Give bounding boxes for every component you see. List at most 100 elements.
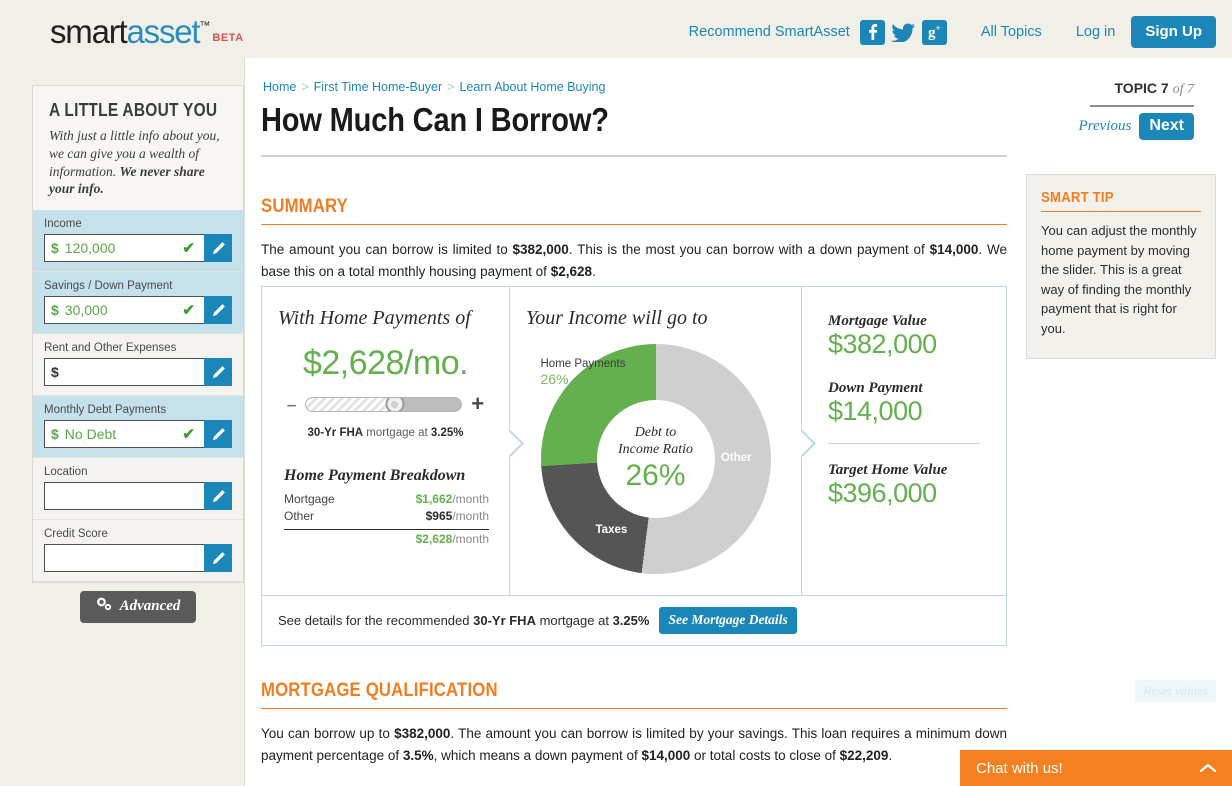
sidebar-field-4: Location bbox=[33, 458, 243, 521]
breakdown-label-1: Other bbox=[284, 509, 315, 524]
breakdown-title: Home Payment Breakdown bbox=[284, 467, 466, 484]
field-input-5[interactable] bbox=[44, 544, 204, 573]
valid-check-icon-3: ✔ bbox=[182, 426, 195, 444]
main-panel: Home > First Time Home-Buyer > Learn About H… bbox=[244, 58, 1232, 786]
donut-label-home-payments: Home Payments 26% bbox=[541, 358, 626, 387]
title-divider bbox=[261, 155, 1007, 157]
slider-decrease-button[interactable]: – bbox=[287, 396, 296, 413]
field-label-5: Credit Score bbox=[44, 528, 108, 541]
header-nav: Recommend SmartAsset g+ All Topics Log i… bbox=[689, 16, 1216, 48]
googleplus-icon[interactable]: g+ bbox=[921, 19, 947, 45]
next-button[interactable]: Next bbox=[1139, 113, 1194, 140]
smart-tip-divider bbox=[1041, 211, 1201, 212]
downpayment-label: Down Payment bbox=[828, 380, 923, 396]
breakdown-value-0: $1,662/month bbox=[416, 491, 489, 508]
breadcrumb-item-0[interactable]: Home bbox=[263, 80, 296, 94]
payments-column-title: With Home Payments of bbox=[278, 307, 471, 329]
field-label-0: Income bbox=[44, 218, 82, 231]
see-mortgage-details-button[interactable]: See Mortgage Details bbox=[659, 607, 797, 634]
rate-term: 30-Yr FHA bbox=[307, 427, 364, 439]
footer-rate: 3.25% bbox=[612, 613, 650, 628]
page-root: smartasset™BETA Recommend SmartAsset g+ … bbox=[0, 0, 1232, 786]
breadcrumb: Home > First Time Home-Buyer > Learn About H… bbox=[263, 80, 605, 94]
sidebar-field-5: Credit Score bbox=[33, 520, 243, 583]
qual-borrow-amount: $382,000 bbox=[394, 726, 451, 741]
rate-value: 3.25% bbox=[430, 427, 464, 439]
table-row: Mortgage $1,662/month bbox=[284, 491, 489, 508]
donut-center: Debt to Income Ratio 26% bbox=[596, 400, 715, 518]
advanced-button[interactable]: Advanced bbox=[79, 591, 197, 624]
topic-counter: TOPIC 7 of 7 bbox=[1079, 80, 1195, 98]
logo-trademark: ™ bbox=[199, 20, 211, 32]
topic-label: TOPIC bbox=[1114, 80, 1158, 96]
breadcrumb-sep-1: > bbox=[447, 80, 455, 94]
payments-column: With Home Payments of $2,628/mo. – + 30-… bbox=[262, 287, 510, 595]
currency-symbol-0: $ bbox=[51, 240, 59, 257]
qualification-section: MORTGAGE QUALIFICATION You can borrow up… bbox=[261, 680, 1007, 767]
income-column-title: Your Income will go to bbox=[526, 307, 708, 329]
summary-borrow-amount: $382,000 bbox=[512, 242, 569, 257]
values-list: Mortgage Value $382,000 Down Payment $14… bbox=[802, 313, 1006, 509]
edit-pencil-icon[interactable] bbox=[204, 358, 232, 387]
reset-values-button[interactable]: Reset values bbox=[1135, 680, 1216, 702]
gears-icon bbox=[96, 597, 113, 616]
edit-pencil-icon[interactable] bbox=[204, 296, 232, 325]
signup-button[interactable]: Sign Up bbox=[1131, 16, 1216, 48]
site-logo[interactable]: smartasset™BETA bbox=[50, 13, 244, 51]
qual-text-i: . bbox=[888, 747, 893, 763]
breakdown-label-0: Mortgage bbox=[284, 492, 335, 506]
income-donut-chart: Debt to Income Ratio 26% Home Payments 26… bbox=[540, 344, 771, 574]
topic-nav-box: TOPIC 7 of 7 Previous Next bbox=[1079, 80, 1194, 140]
edit-pencil-icon[interactable] bbox=[204, 482, 232, 511]
breakdown-total-amount: $2,628 bbox=[415, 531, 453, 546]
sidebar-field-2: Rent and Other Expenses $ bbox=[33, 334, 243, 397]
chevron-up-icon[interactable] bbox=[1199, 760, 1217, 777]
value-item-target-home: Target Home Value $396,000 bbox=[828, 462, 1006, 509]
slider-increase-button[interactable]: + bbox=[471, 393, 484, 415]
chat-label: Chat with us! bbox=[976, 759, 1063, 777]
breakdown-amount-1: $965 bbox=[425, 509, 453, 524]
field-input-1[interactable]: $30,000 ✔ bbox=[44, 296, 204, 325]
twitter-icon[interactable] bbox=[890, 20, 916, 45]
edit-pencil-icon[interactable] bbox=[204, 544, 232, 573]
login-link[interactable]: Log in bbox=[1076, 24, 1116, 40]
field-label-1: Savings / Down Payment bbox=[44, 280, 173, 293]
about-you-header: A LITTLE ABOUT YOU With just a little in… bbox=[33, 86, 243, 211]
edit-pencil-icon[interactable] bbox=[204, 234, 232, 263]
values-column: Mortgage Value $382,000 Down Payment $14… bbox=[802, 287, 1006, 595]
rate-mid-text: mortgage at bbox=[363, 427, 431, 439]
qualification-divider bbox=[261, 708, 1007, 709]
summary-text-a: The amount you can borrow is limited to bbox=[261, 242, 513, 257]
downpayment-amount: $14,000 bbox=[828, 396, 923, 426]
mortgage-value-amount: $382,000 bbox=[828, 329, 937, 359]
chat-widget[interactable]: Chat with us! bbox=[960, 750, 1232, 786]
slider-handle[interactable] bbox=[385, 397, 405, 411]
payment-slider-row: – + bbox=[262, 393, 509, 415]
breadcrumb-sep-0: > bbox=[301, 80, 309, 94]
qual-text-e: , which means a down payment of bbox=[433, 747, 642, 763]
summary-paragraph: The amount you can borrow is limited to … bbox=[261, 239, 1007, 283]
breadcrumb-item-2[interactable]: Learn About Home Buying bbox=[459, 80, 605, 94]
income-column: Your Income will go to Debt to Income Ra… bbox=[510, 287, 802, 595]
facebook-icon[interactable] bbox=[859, 19, 885, 45]
valid-check-icon-0: ✔ bbox=[182, 240, 195, 258]
field-input-4[interactable] bbox=[44, 482, 204, 511]
field-value-3: No Debt bbox=[64, 426, 117, 443]
previous-link[interactable]: Previous bbox=[1079, 118, 1132, 135]
breakdown-unit-0: /month bbox=[452, 492, 489, 506]
edit-pencil-icon[interactable] bbox=[204, 420, 232, 449]
recommend-link[interactable]: Recommend SmartAsset bbox=[689, 24, 850, 40]
breakdown-amount-0: $1,662 bbox=[415, 492, 453, 506]
sidebar-field-1: Savings / Down Payment $30,000 ✔ bbox=[33, 272, 243, 335]
summary-text-c: . This is the most you can borrow with a… bbox=[568, 242, 930, 257]
field-input-0[interactable]: $120,000 ✔ bbox=[44, 234, 204, 263]
payment-slider-track[interactable] bbox=[305, 396, 463, 412]
field-label-4: Location bbox=[44, 466, 88, 479]
all-topics-link[interactable]: All Topics bbox=[981, 24, 1042, 40]
site-header: smartasset™BETA Recommend SmartAsset g+ … bbox=[0, 0, 1232, 58]
valid-check-icon-1: ✔ bbox=[182, 302, 195, 320]
sidebar: A LITTLE ABOUT YOU With just a little in… bbox=[32, 85, 244, 624]
field-input-3[interactable]: $ No Debt ✔ bbox=[44, 420, 204, 449]
field-input-2[interactable]: $ bbox=[44, 358, 204, 387]
breadcrumb-item-1[interactable]: First Time Home-Buyer bbox=[314, 80, 443, 94]
